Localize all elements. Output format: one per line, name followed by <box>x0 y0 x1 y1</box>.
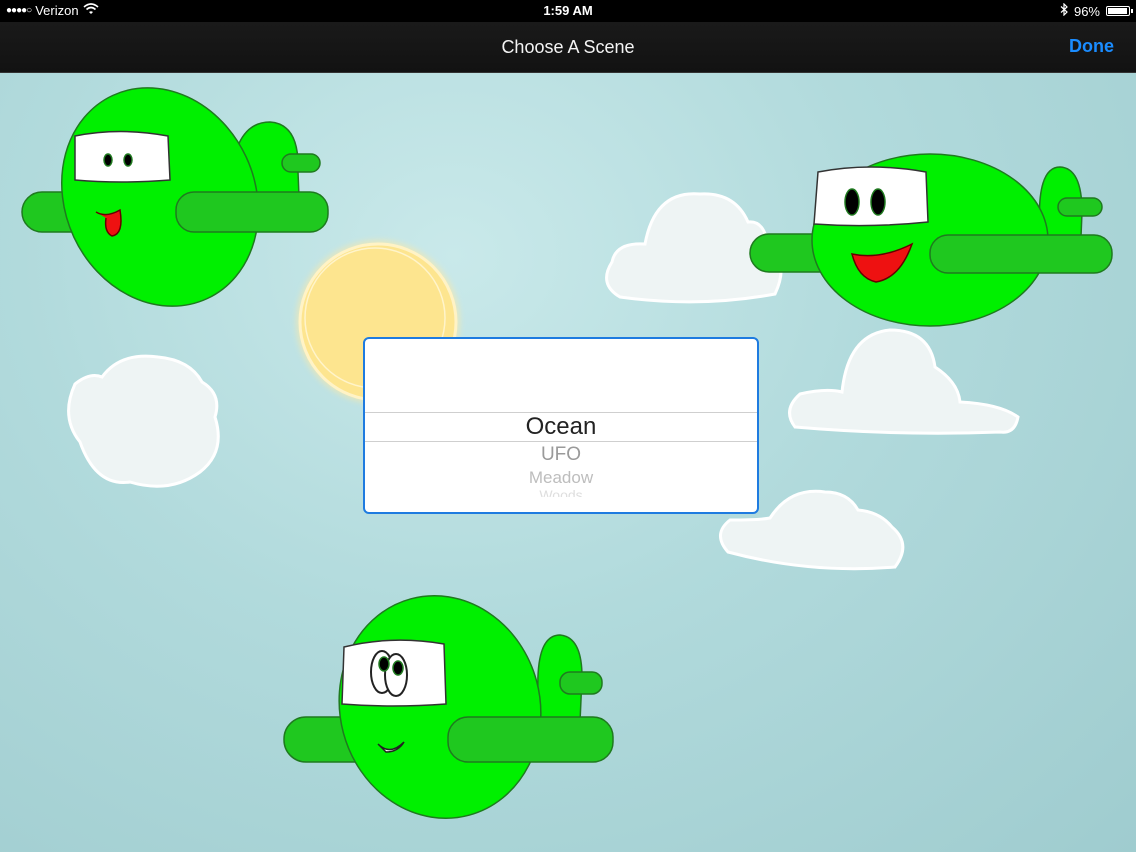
picker-option-ufo[interactable]: UFO <box>365 444 757 466</box>
plane-character <box>283 595 614 819</box>
status-right: 96% <box>1060 2 1133 19</box>
battery-percent: 96% <box>1073 3 1100 19</box>
navigation-bar: Choose A Scene Done <box>0 22 1136 73</box>
scene-picker[interactable]: Ocean UFO Meadow Woods <box>363 337 759 514</box>
plane-character <box>749 153 1113 327</box>
battery-icon <box>1106 6 1133 16</box>
done-button[interactable]: Done <box>1069 36 1114 57</box>
cloud-illustration <box>67 354 220 488</box>
status-time: 1:59 AM <box>543 3 593 18</box>
picker-option-meadow[interactable]: Meadow <box>365 468 757 488</box>
cloud-illustration <box>788 328 1020 435</box>
bluetooth-icon <box>1060 2 1068 19</box>
picker-option-ocean[interactable]: Ocean <box>365 413 757 441</box>
plane-character <box>21 87 329 307</box>
status-bar: ●●●●○ Verizon 1:59 AM 96% <box>0 0 1136 22</box>
nav-title: Choose A Scene <box>501 37 635 57</box>
picker-option-woods[interactable]: Woods <box>365 487 757 497</box>
